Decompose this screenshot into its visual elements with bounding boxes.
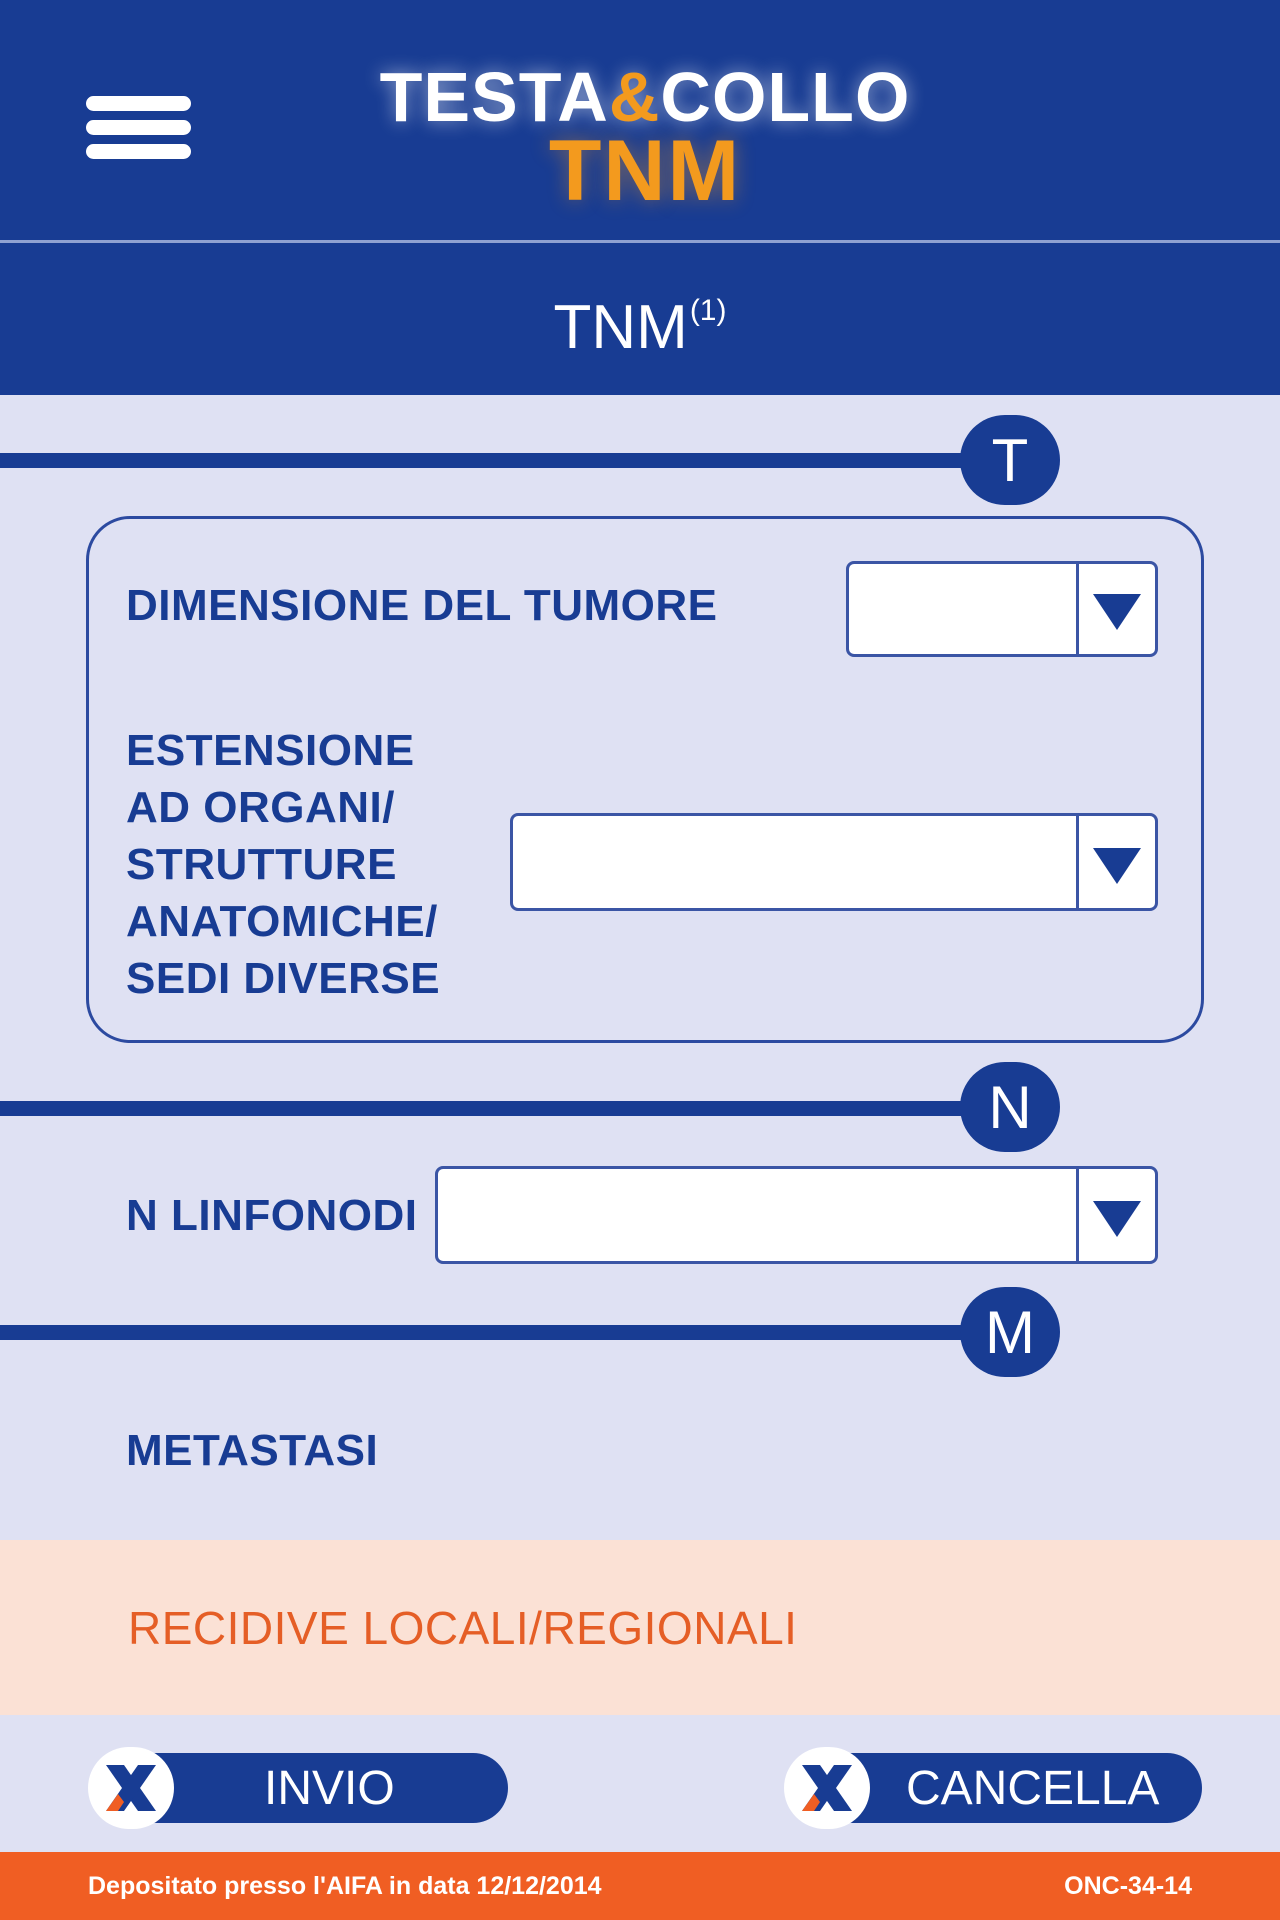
hamburger-menu-icon[interactable] — [86, 96, 191, 160]
page-title: TNM(1) — [553, 292, 727, 362]
extension-select[interactable] — [510, 813, 1158, 911]
x-logo-icon — [106, 1765, 156, 1811]
button-logo — [784, 1747, 870, 1829]
n-section-divider — [0, 1101, 1000, 1116]
recidive-item[interactable]: RECIDIVE LOCALI/REGIONALI — [0, 1540, 1280, 1715]
triangle-down-icon — [1093, 1201, 1141, 1237]
title-bar: TNM(1) — [0, 243, 1280, 395]
x-logo-icon — [802, 1765, 852, 1811]
cancel-button-label: CANCELLA — [906, 1761, 1160, 1815]
lymph-nodes-label: N LINFONODI — [126, 1191, 418, 1240]
logo-subtitle: TNM — [548, 123, 742, 219]
lymph-nodes-select[interactable] — [435, 1166, 1158, 1264]
cancel-button[interactable]: CANCELLA — [784, 1747, 1202, 1829]
app-logo: TESTA&COLLO TNM — [305, 58, 985, 219]
m-section-divider — [0, 1325, 1000, 1340]
metastasis-item[interactable]: METASTASI — [126, 1422, 526, 1479]
extension-label: ESTENSIONE AD ORGANI/ STRUTTURE ANATOMIC… — [126, 726, 441, 1003]
button-logo — [88, 1747, 174, 1829]
t-section-badge: T — [960, 415, 1060, 505]
document-code: ONC-34-14 — [1064, 1871, 1192, 1900]
logo-title: TESTA&COLLO — [379, 58, 911, 136]
t-section-divider — [0, 453, 1000, 468]
tumor-size-select[interactable] — [846, 561, 1158, 657]
triangle-down-icon — [1093, 594, 1141, 630]
tnm-screen: TESTA&COLLO TNM TNM(1) T DIMENSIONE DEL … — [0, 0, 1280, 1920]
app-header: TESTA&COLLO TNM — [0, 0, 1280, 240]
deposit-notice: Depositato presso l'AIFA in data 12/12/2… — [88, 1871, 602, 1900]
footer-bar: Depositato presso l'AIFA in data 12/12/2… — [0, 1852, 1280, 1920]
recidive-label: RECIDIVE LOCALI/REGIONALI — [128, 1601, 798, 1654]
send-button[interactable]: INVIO — [88, 1747, 508, 1829]
send-button-label: INVIO — [264, 1761, 395, 1815]
tumor-size-label: DIMENSIONE DEL TUMORE — [126, 581, 718, 630]
m-section-badge: M — [960, 1287, 1060, 1377]
triangle-down-icon — [1093, 848, 1141, 884]
n-section-badge: N — [960, 1062, 1060, 1152]
